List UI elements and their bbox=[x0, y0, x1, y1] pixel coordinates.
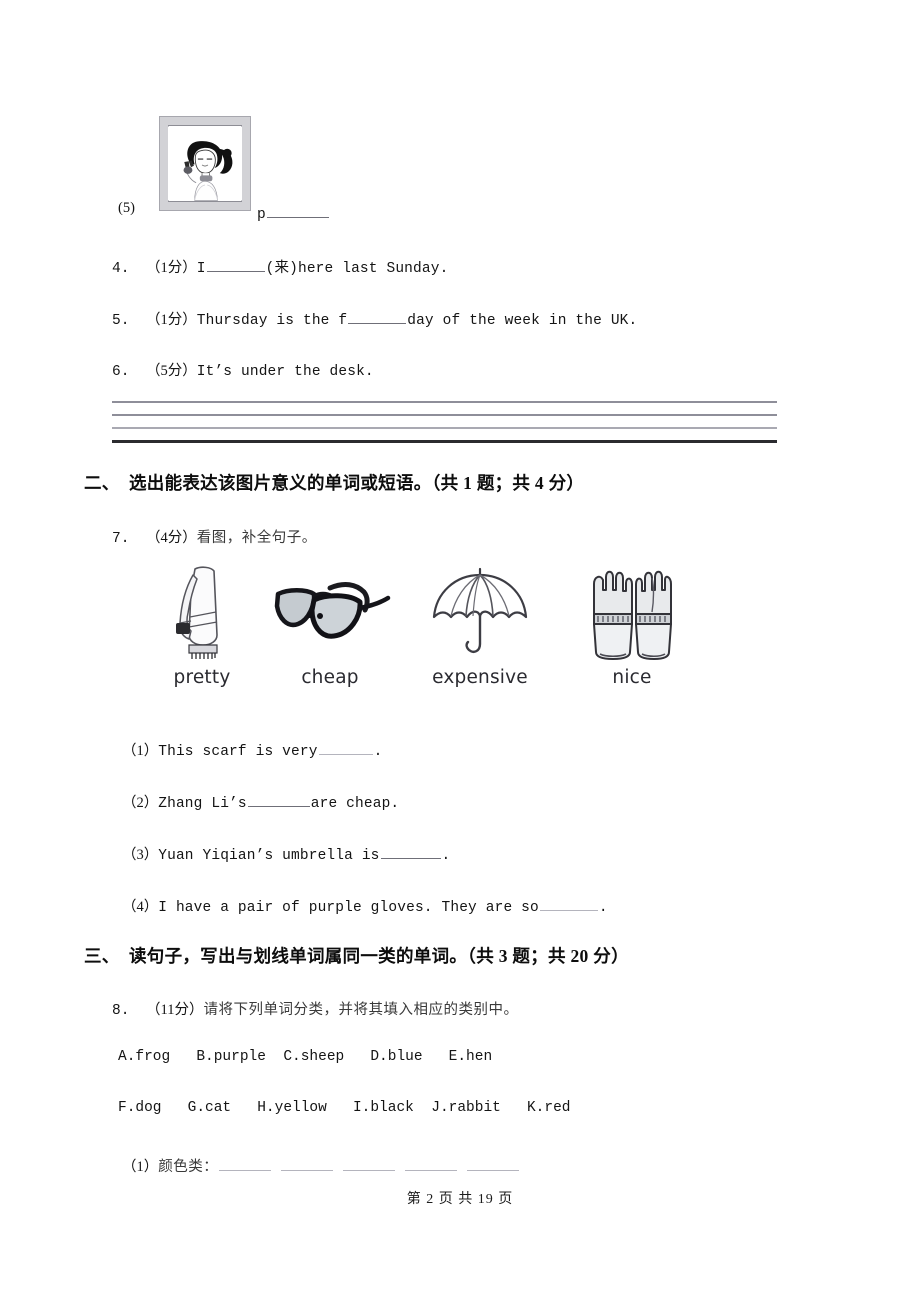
category-blank-5[interactable] bbox=[467, 1155, 520, 1172]
section-three-title: 读句子，写出与划线单词属同一类的单词。（共 3 题；共 20 分） bbox=[128, 946, 629, 966]
subitem-number: （3） bbox=[122, 847, 159, 864]
picture-option-pretty: pretty bbox=[132, 558, 272, 708]
exam-page: (5) p 4. （1分） I (来)here last Sunday. 5. （… bbox=[0, 0, 920, 1302]
question-5-text-a: Thursday is the f bbox=[196, 313, 348, 330]
question-7-subitem-3: （3） Yuan Yiqian’s umbrella is . bbox=[122, 843, 450, 864]
section-two-label: 二、 bbox=[84, 473, 120, 493]
question-4-text-b: (来)here last Sunday. bbox=[265, 261, 449, 278]
section-heading-three: 三、 读句子，写出与划线单词属同一类的单词。（共 3 题；共 20 分） bbox=[84, 943, 629, 968]
question-7-subitem-2: （2） Zhang Li’s are cheap. bbox=[122, 791, 399, 812]
question-5-text-b: day of the week in the UK. bbox=[407, 313, 638, 330]
subitem-label: 颜色类： bbox=[158, 1159, 219, 1176]
subitem-text-before: This scarf is very bbox=[158, 744, 318, 761]
answer-line-4[interactable] bbox=[112, 440, 777, 443]
question-7-text: 看图，补全句子。 bbox=[196, 530, 317, 546]
question-4: 4. （1分） I (来)here last Sunday. bbox=[112, 256, 448, 277]
subitem-text-after: . bbox=[598, 900, 608, 917]
subitem-text-before: Yuan Yiqian’s umbrella is bbox=[158, 848, 380, 865]
subitem-blank[interactable] bbox=[247, 791, 310, 808]
subitem-number: （1） bbox=[122, 1159, 159, 1176]
answer-line-1[interactable] bbox=[112, 401, 777, 403]
subitem-text-after: . bbox=[373, 744, 383, 761]
subitem-text-after: are cheap. bbox=[310, 796, 400, 813]
question-4-number: 4. bbox=[112, 261, 130, 278]
category-blank-3[interactable] bbox=[343, 1155, 396, 1172]
answer-lines[interactable] bbox=[112, 401, 777, 443]
umbrella-icon bbox=[410, 558, 550, 663]
question-8-subitem-1: （1） 颜色类： bbox=[122, 1155, 520, 1176]
question-6-text: It’s under the desk. bbox=[196, 364, 374, 380]
answer-blank[interactable] bbox=[266, 202, 329, 219]
question-8-marks: （11分） bbox=[146, 1002, 204, 1018]
question-5-marks: （1分） bbox=[146, 312, 197, 329]
subitem-number: （2） bbox=[122, 795, 159, 812]
question-8-options-row-2: F.dog G.cat H.yellow I.black J.rabbit K.… bbox=[118, 1100, 571, 1116]
gloves-icon bbox=[562, 558, 702, 663]
picture-option-expensive: expensive bbox=[410, 558, 550, 708]
subitem-5-row: (5) bbox=[118, 200, 135, 217]
question-8-text: 请将下列单词分类，并将其填入相应的类别中。 bbox=[203, 1002, 519, 1018]
question-8: 8. （11分） 请将下列单词分类，并将其填入相应的类别中。 bbox=[112, 998, 518, 1019]
subitem-text-before: I have a pair of purple gloves. They are… bbox=[158, 900, 539, 917]
page-footer: 第 2 页 共 19 页 bbox=[406, 1192, 514, 1207]
question-4-blank[interactable] bbox=[206, 256, 265, 273]
picture-label-cheap: cheap bbox=[301, 667, 359, 688]
answer-line-2[interactable] bbox=[112, 414, 777, 416]
picture-option-row: pretty cheap expensive nice bbox=[112, 558, 752, 708]
question-7-marks: （4分） bbox=[146, 530, 197, 546]
frame-border bbox=[160, 117, 250, 210]
section-heading-two: 二、 选出能表达该图片意义的单词或短语。（共 1 题；共 4 分） bbox=[84, 470, 584, 495]
subitem-5-answer: p bbox=[257, 202, 330, 223]
subitem-number: （4） bbox=[122, 899, 159, 916]
frame-artwork bbox=[168, 125, 242, 202]
picture-option-nice: nice bbox=[562, 558, 702, 708]
question-7: 7. （4分） 看图，补全句子。 bbox=[112, 526, 317, 547]
category-blank-2[interactable] bbox=[281, 1155, 334, 1172]
subitem-blank[interactable] bbox=[539, 895, 598, 912]
question-7-number: 7. bbox=[112, 531, 130, 547]
question-5: 5. （1分） Thursday is the f day of the wee… bbox=[112, 308, 637, 329]
picture-label-pretty: pretty bbox=[173, 667, 231, 688]
question-8-options-row-1: A.frog B.purple C.sheep D.blue E.hen bbox=[118, 1049, 493, 1065]
subitem-blank[interactable] bbox=[318, 739, 373, 756]
question-4-text-a: I bbox=[196, 261, 206, 278]
picture-option-cheap: cheap bbox=[260, 558, 400, 708]
picture-label-expensive: expensive bbox=[432, 667, 528, 688]
question-5-blank[interactable] bbox=[348, 308, 407, 325]
question-7-subitem-4: （4） I have a pair of purple gloves. They … bbox=[122, 895, 608, 916]
picture-frame-girl bbox=[160, 117, 250, 210]
question-5-number: 5. bbox=[112, 313, 130, 330]
subitem-text-after: . bbox=[441, 848, 451, 865]
subitem-text-before: Zhang Li’s bbox=[158, 796, 247, 813]
question-8-number: 8. bbox=[112, 1003, 130, 1019]
question-6-marks: （5分） bbox=[146, 363, 197, 379]
section-two-title: 选出能表达该图片意义的单词或短语。（共 1 题；共 4 分） bbox=[128, 473, 585, 493]
answer-line-3[interactable] bbox=[112, 427, 777, 429]
subitem-blank[interactable] bbox=[380, 843, 441, 860]
picture-label-nice: nice bbox=[612, 667, 652, 688]
question-6-number: 6. bbox=[112, 364, 130, 380]
subitem-number: (5) bbox=[118, 200, 135, 216]
subitem-prompt-prefix: p bbox=[257, 207, 266, 224]
question-7-subitem-1: （1） This scarf is very. bbox=[122, 739, 382, 760]
sunglasses-icon bbox=[260, 558, 400, 663]
subitem-number: （1） bbox=[122, 743, 159, 760]
category-blank-4[interactable] bbox=[405, 1155, 458, 1172]
question-4-marks: （1分） bbox=[146, 260, 197, 277]
question-6: 6. （5分） It’s under the desk. bbox=[112, 359, 374, 380]
scarf-icon bbox=[132, 558, 272, 663]
category-blank-1[interactable] bbox=[219, 1155, 272, 1172]
section-three-label: 三、 bbox=[84, 946, 120, 966]
